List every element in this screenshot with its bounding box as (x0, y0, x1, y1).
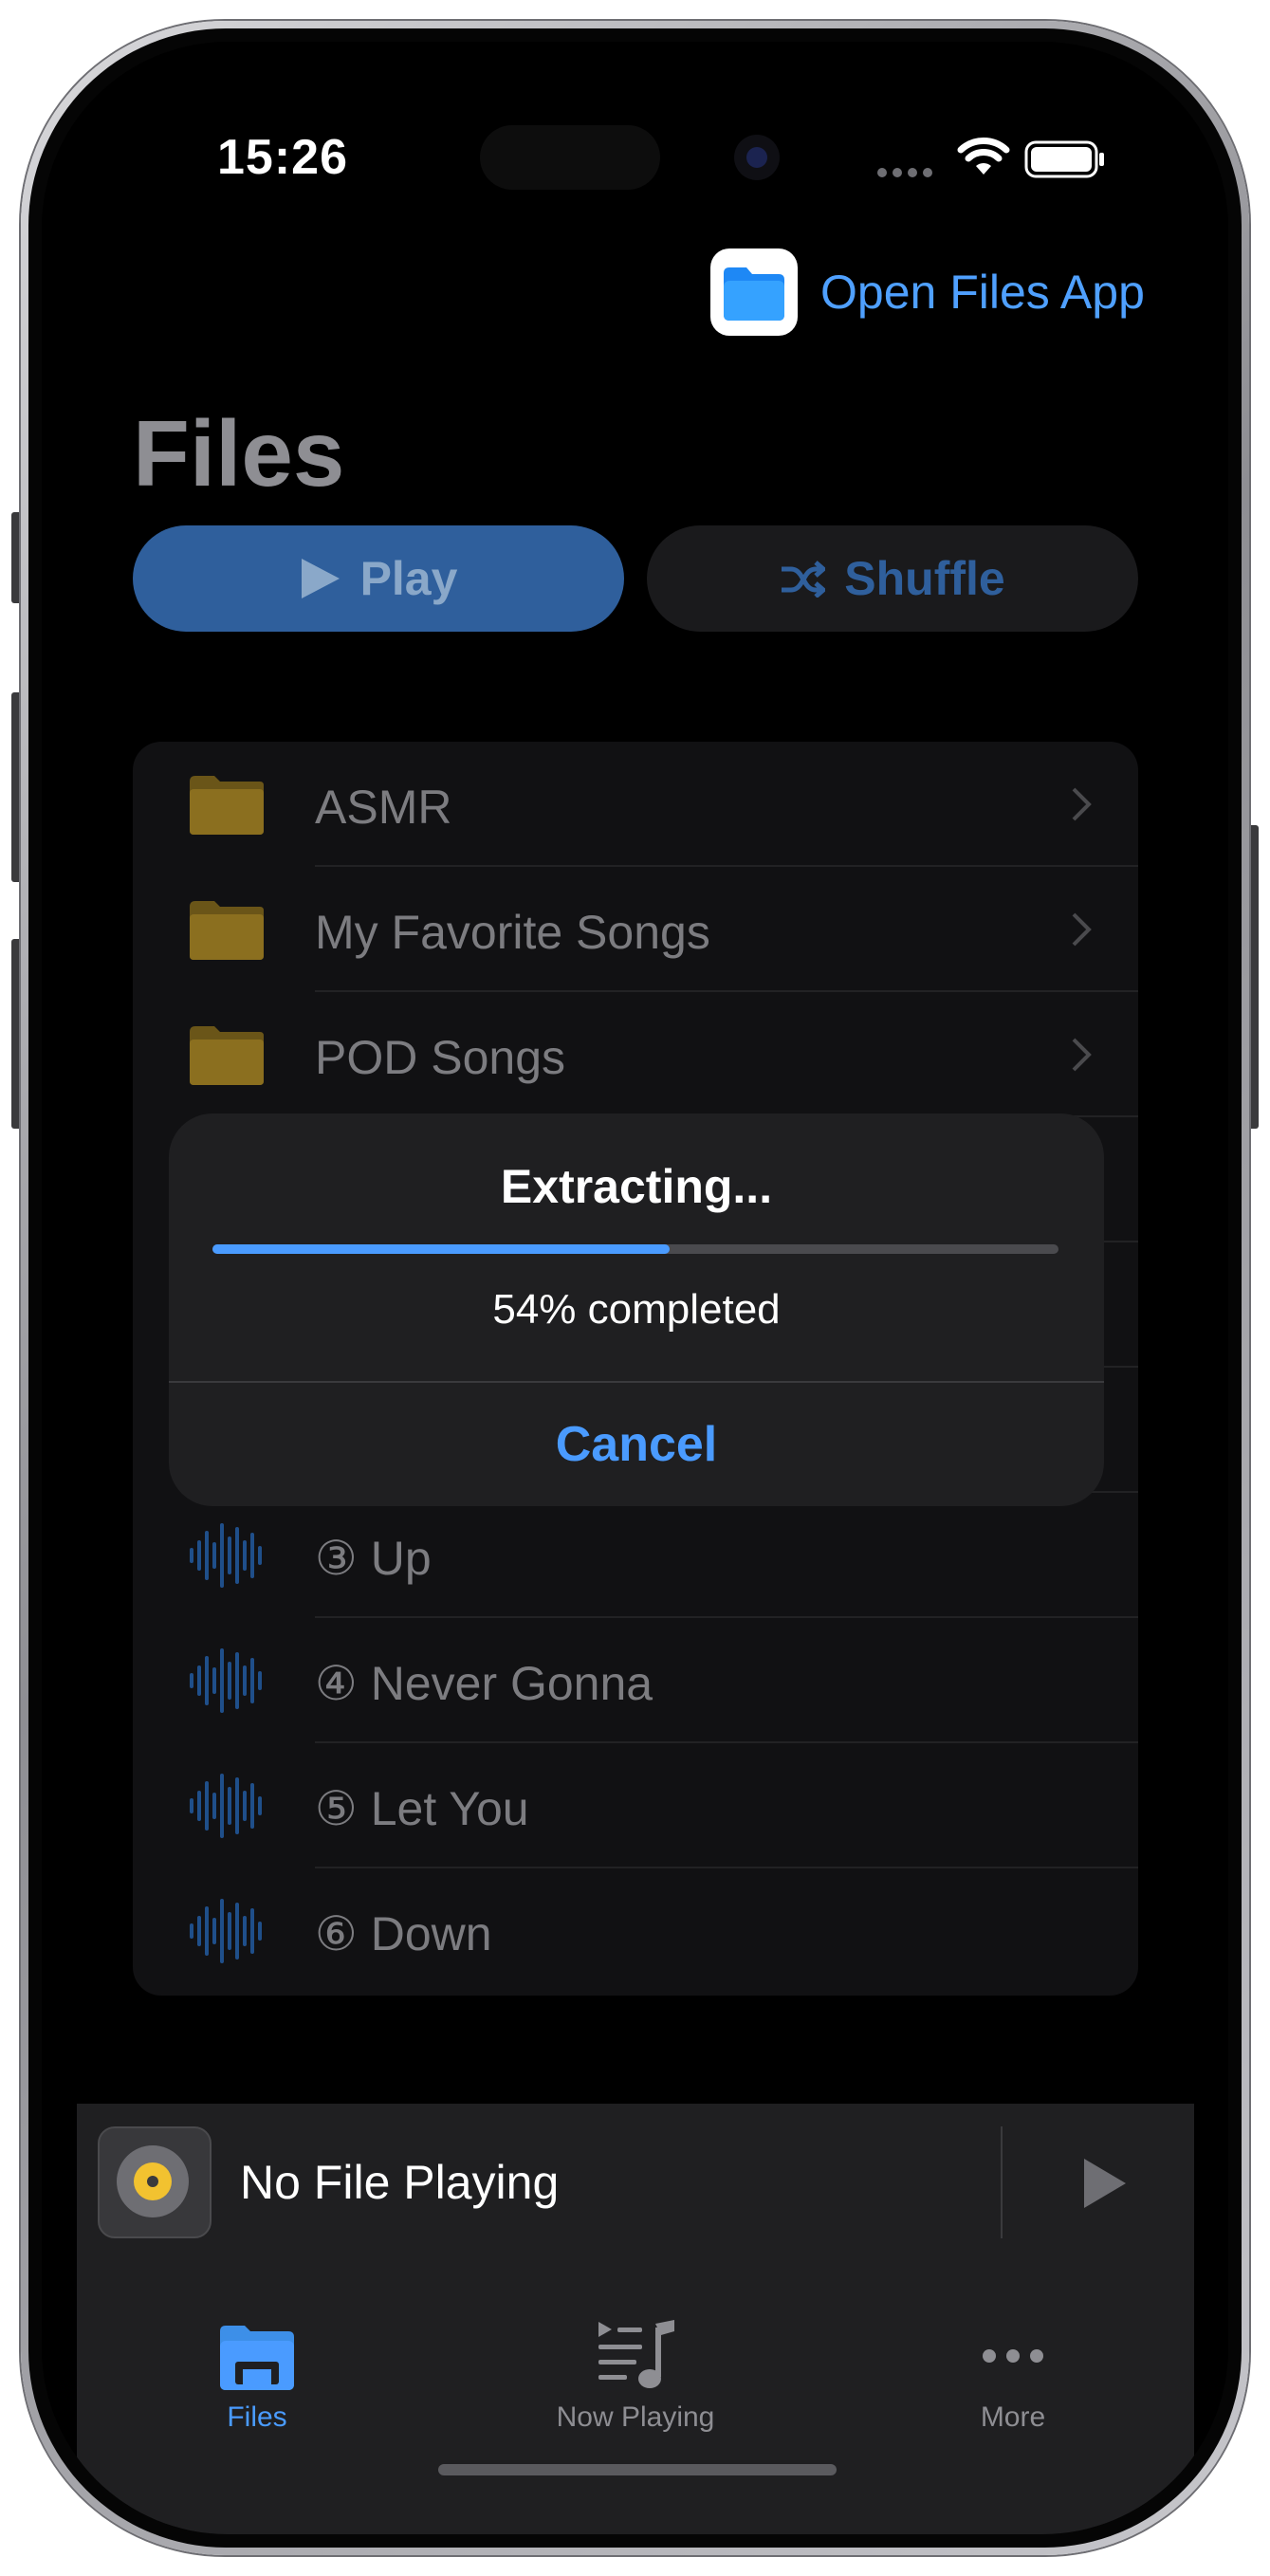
open-files-app-button[interactable]: Open Files App (710, 248, 1145, 336)
music-list-icon (598, 2320, 674, 2388)
folder-name: ASMR (315, 781, 452, 834)
status-time: 15:26 (217, 130, 348, 185)
tab-now-playing[interactable]: Now Playing (493, 2318, 778, 2434)
list-item-track[interactable]: ⑤ Let You (133, 1743, 1138, 1868)
audio-waveform-icon (190, 1523, 262, 1588)
screen: 15:26 Open Files App Files Play Shuffle … (42, 42, 1228, 2534)
now-playing-title: No File Playing (240, 2156, 560, 2209)
progress-status: 54% completed (492, 1286, 781, 1333)
folder-icon (220, 2326, 294, 2390)
play-label: Play (359, 552, 458, 605)
track-name: ④ Never Gonna (315, 1657, 653, 1710)
tab-label: Now Playing (556, 2401, 715, 2433)
tab-label: Files (227, 2401, 287, 2433)
cellular-icon (877, 168, 932, 177)
list-item-track[interactable]: ⑥ Down (133, 1868, 1138, 1994)
list-item-folder[interactable]: My Favorite Songs (133, 867, 1138, 992)
audio-waveform-icon (190, 1899, 262, 1963)
mini-player-divider (1001, 2126, 1003, 2238)
mini-player[interactable]: No File Playing (77, 2104, 1194, 2261)
play-button[interactable]: Play (133, 525, 624, 632)
tab-bar: Files Now Playing More (77, 2261, 1194, 2534)
audio-waveform-icon (190, 1774, 262, 1838)
folder-icon (190, 1026, 264, 1085)
play-icon[interactable] (1077, 2155, 1133, 2212)
camera-lens (746, 147, 767, 168)
open-files-label: Open Files App (820, 266, 1145, 319)
battery-icon (1024, 140, 1104, 178)
progress-bar (212, 1244, 1058, 1254)
extract-progress-dialog: Extracting... 54% completed Cancel (169, 1113, 1104, 1506)
wifi-icon (957, 138, 1010, 175)
dialog-title: Extracting... (500, 1160, 773, 1213)
tab-more[interactable]: More (871, 2318, 1155, 2434)
track-name: ⑤ Let You (315, 1782, 529, 1835)
play-icon (301, 559, 340, 598)
list-item-folder[interactable]: POD Songs (133, 992, 1138, 1117)
folder-icon (190, 901, 264, 960)
audio-waveform-icon (190, 1648, 262, 1713)
shuffle-label: Shuffle (844, 552, 1005, 605)
chevron-right-icon (1072, 912, 1092, 947)
progress-fill (212, 1244, 670, 1254)
dynamic-island (480, 125, 660, 190)
folder-name: My Favorite Songs (315, 906, 710, 959)
chevron-right-icon (1072, 787, 1092, 821)
chevron-right-icon (1072, 1038, 1092, 1072)
tab-label: More (980, 2401, 1046, 2433)
tab-files[interactable]: Files (115, 2318, 399, 2434)
disc-icon (98, 2126, 212, 2238)
home-indicator (438, 2464, 837, 2475)
folder-name: POD Songs (315, 1031, 566, 1084)
shuffle-icon (782, 561, 826, 598)
list-item-track[interactable]: ③ Up (133, 1493, 1138, 1618)
track-name: ③ Up (315, 1532, 432, 1585)
shuffle-button[interactable]: Shuffle (647, 525, 1138, 632)
track-name: ⑥ Down (315, 1907, 492, 1960)
list-item-folder[interactable]: ASMR (133, 742, 1138, 867)
files-app-icon (710, 248, 798, 336)
folder-icon (190, 776, 264, 835)
list-item-track[interactable]: ④ Never Gonna (133, 1618, 1138, 1743)
ellipsis-icon (983, 2349, 1043, 2363)
cancel-button[interactable]: Cancel (169, 1383, 1104, 1506)
page-title: Files (133, 401, 345, 506)
